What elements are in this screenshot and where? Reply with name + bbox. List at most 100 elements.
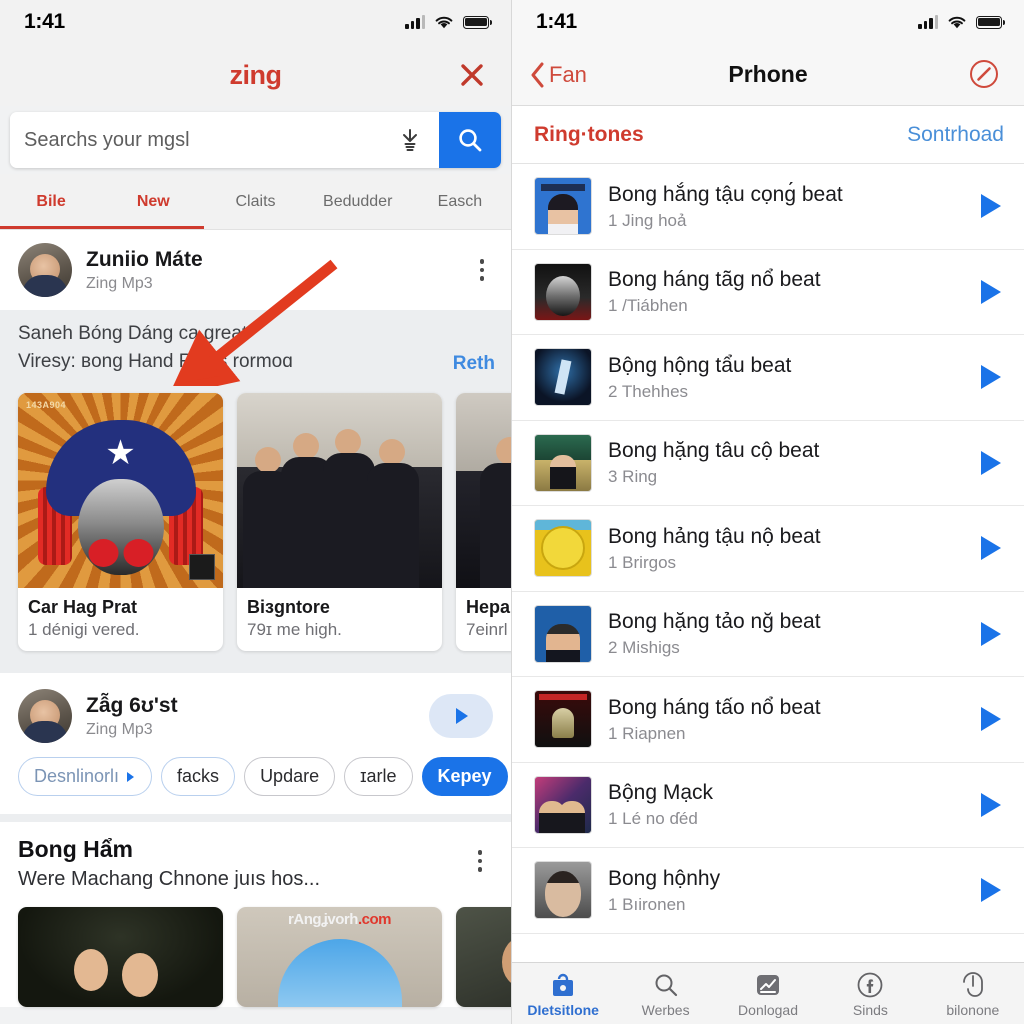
list-item[interactable]: Bong háng tãg nổ beat 1 /Tiábhen <box>512 250 1024 335</box>
item-title: Bong hắng tậu cọnɡ́ beat <box>608 182 843 206</box>
list-item[interactable]: Bong hặng tảo nğ beat 2 Mishigs <box>512 592 1024 677</box>
compose-circle-icon[interactable] <box>968 58 1002 92</box>
card-subtitle: 1 dénigi vered. <box>28 620 140 640</box>
list-item[interactable]: Bong hảng tậu nộ beat 1 Brirgos <box>512 506 1024 592</box>
feed-post-1: Zuniio Máte Zing Mp3 <box>0 230 511 310</box>
item-thumbnail <box>534 861 592 920</box>
play-icon[interactable] <box>976 450 1006 475</box>
tab-label: Donlogad <box>738 1002 798 1018</box>
card-item[interactable]: Biɜgntore 79ɪ me high. <box>237 393 442 652</box>
chip-updare[interactable]: Updare <box>244 757 336 797</box>
arch-decor <box>277 939 402 1008</box>
tab-donlogad[interactable]: Donlogad <box>717 963 819 1024</box>
tab-claits[interactable]: Claits <box>204 174 306 229</box>
photo-thumbnail[interactable] <box>456 907 511 1008</box>
list-item[interactable]: Bộng hộng tẩu beat 2 Thehhes <box>512 335 1024 421</box>
item-subtitle: 1 /Tiábhen <box>608 296 688 316</box>
facebook-circle-icon <box>858 972 883 998</box>
item-subtitle: 1 Brirgos <box>608 552 677 572</box>
list-item[interactable]: Bong hặng tâu cộ beat 3 Ring <box>512 421 1024 506</box>
tab-bedudder[interactable]: Bedudder <box>307 174 409 229</box>
item-title: Bong hảng tậu nộ beat <box>608 524 821 548</box>
item-subtitle: 3 Ring <box>608 467 658 487</box>
card-artwork-tag: 143A904 <box>26 400 67 411</box>
list-item[interactable]: Bộng Mạck 1 Lé no ɗéd <box>512 763 1024 848</box>
tab-bile[interactable]: Bile <box>0 174 102 229</box>
card-subtitle: 79ɪ me high. <box>247 620 342 640</box>
list-item[interactable]: Bong hộnhy 1 Bıironen <box>512 848 1024 934</box>
list-item[interactable]: Bong háng tấo nổ beat 1 Riapnen <box>512 677 1024 763</box>
battery-icon <box>976 15 1006 29</box>
play-icon[interactable] <box>976 707 1006 732</box>
bottom-tab-bar[interactable]: DIetsitlone Werbes Donlogad Sinds bilono… <box>512 962 1024 1024</box>
play-icon[interactable] <box>976 536 1006 561</box>
card-item[interactable]: 143A904 ★ Car Hag Prat 1 dénigi vered. <box>18 393 223 652</box>
item-thumbnail <box>534 262 592 321</box>
item-title: Bong hặng tâu cộ beat <box>608 439 820 463</box>
tab-new[interactable]: New <box>102 174 204 229</box>
avatar[interactable] <box>18 689 72 744</box>
play-icon[interactable] <box>976 621 1006 646</box>
tab-bilonone[interactable]: bilonone <box>922 963 1024 1024</box>
bottom-image-row[interactable]: rAnɡʝvorh.com <box>0 899 511 1008</box>
search-button[interactable] <box>439 112 501 168</box>
item-thumbnail <box>534 433 592 492</box>
status-bar-indicators <box>405 14 493 30</box>
person-head <box>335 429 361 456</box>
status-bar-left: 1:41 <box>0 0 511 44</box>
tab-label: bilonone <box>946 1002 1000 1018</box>
person-face <box>502 937 511 988</box>
wifi-icon <box>948 16 966 29</box>
search-input[interactable] <box>24 128 395 152</box>
photo-thumbnail[interactable] <box>18 907 223 1008</box>
post-header: Zuniio Máte Zing Mp3 <box>0 230 511 310</box>
play-icon[interactable] <box>976 878 1006 903</box>
chip-iarle[interactable]: ɪarle <box>344 757 413 797</box>
right-phone-screen: 1:41 Fan Prhone Ring·tones Sontrhoad Bon… <box>512 0 1024 1024</box>
promo-action-link[interactable]: Reth <box>441 353 495 375</box>
play-icon[interactable] <box>429 694 497 745</box>
action-chip-row[interactable]: Desnlinorlı facks Updare ɪarle Kepey <box>0 753 511 815</box>
play-icon[interactable] <box>976 279 1006 304</box>
avatar[interactable] <box>18 243 72 297</box>
card-subtitle: 7einrl <box>466 620 508 640</box>
search-input-wrap[interactable] <box>10 112 439 168</box>
item-text: Bong hặng tâu cộ beat 3 Ring <box>608 438 960 487</box>
item-title: Bong háng tãg nổ beat <box>608 268 821 292</box>
list-item[interactable]: Bong hắng tậu cọnɡ́ beat 1 Jing hoả <box>512 164 1024 250</box>
feed-post-3: Bong Hẩm Were Machang Chnone juıs hos... <box>0 822 511 900</box>
cellular-signal-icon <box>405 15 425 29</box>
post-title: Bong Hẩm <box>18 836 133 863</box>
play-icon[interactable] <box>976 792 1006 817</box>
section-label: Ring·tones <box>534 122 644 146</box>
app-brand-logo: zing <box>229 59 283 90</box>
microphone-icon[interactable] <box>395 128 425 152</box>
promo-text: Saneh Bóng Dáng ca ɡreat Viresy: ʙong Ha… <box>18 320 293 375</box>
category-tab-bar[interactable]: Bile New Claits Bedudder Easch <box>0 174 511 230</box>
play-icon[interactable] <box>976 194 1006 219</box>
tab-sinds[interactable]: Sinds <box>819 963 921 1024</box>
photo-thumbnail[interactable]: rAnɡʝvorh.com <box>237 907 442 1008</box>
chip-facks[interactable]: facks <box>161 757 236 797</box>
item-subtitle: 1 Riapnen <box>608 723 686 743</box>
chip-kepey[interactable]: Kepey <box>421 757 508 797</box>
tab-werbes[interactable]: Werbes <box>614 963 716 1024</box>
play-icon[interactable] <box>976 365 1006 390</box>
close-x-icon[interactable] <box>455 58 489 92</box>
kebab-menu-icon[interactable] <box>469 259 495 281</box>
section-header: Ring·tones Sontrhoad <box>512 106 1024 164</box>
chip-desnlinorli[interactable]: Desnlinorlı <box>18 757 153 797</box>
card-item[interactable]: Hepa 7einrl <box>456 393 511 652</box>
person-face <box>122 953 158 998</box>
card-artwork: 143A904 ★ <box>18 393 223 589</box>
search-bar[interactable] <box>10 112 501 168</box>
back-button[interactable]: Fan <box>530 62 587 88</box>
section-action-link[interactable]: Sontrhoad <box>907 123 1004 147</box>
tab-dietsitlone[interactable]: DIetsitlone <box>512 963 614 1024</box>
kebab-menu-icon[interactable] <box>467 850 493 872</box>
item-subtitle: 2 Mishigs <box>608 638 680 658</box>
power-shield-icon <box>962 972 983 997</box>
card-carousel[interactable]: 143A904 ★ Car Hag Prat 1 dénigi vered. B… <box>0 387 511 666</box>
lock-bag-icon <box>553 973 574 996</box>
tab-easch[interactable]: Easch <box>409 174 511 229</box>
